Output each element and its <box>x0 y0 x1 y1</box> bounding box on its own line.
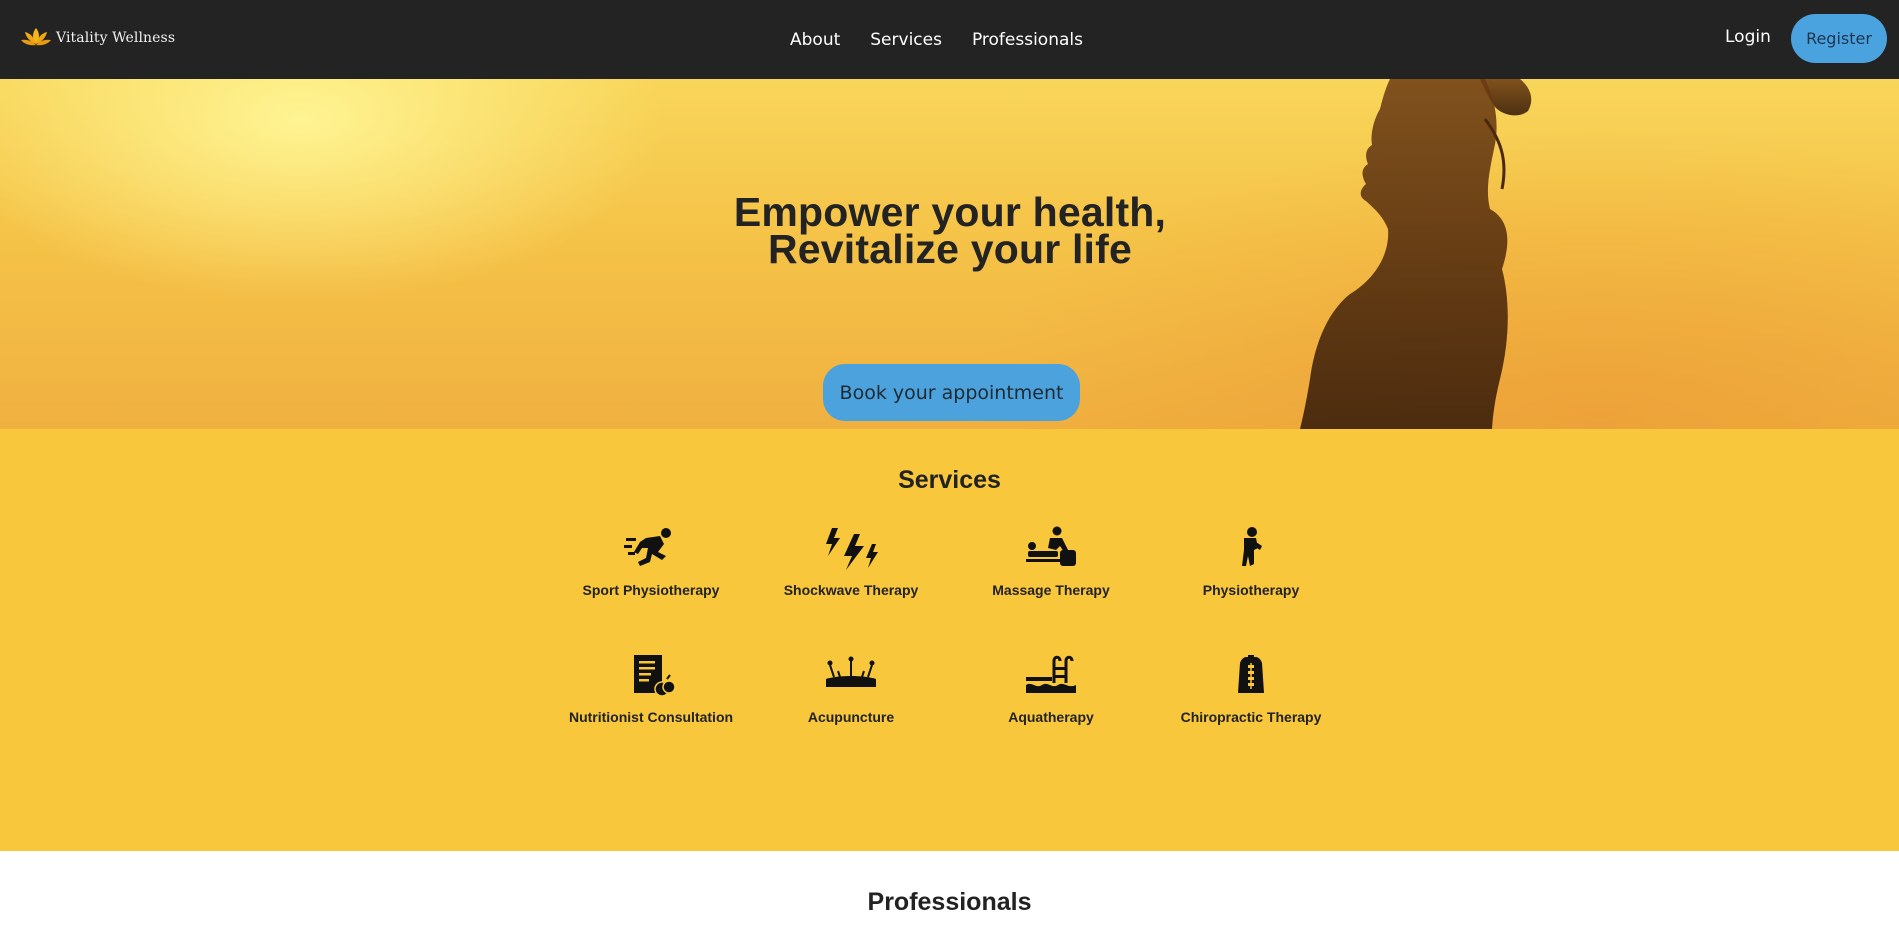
service-label: Shockwave Therapy <box>783 582 919 598</box>
service-label: Chiropractic Therapy <box>1180 709 1322 725</box>
service-label: Physiotherapy <box>1202 582 1300 598</box>
top-navbar: Vitality Wellness About Services Profess… <box>0 0 1899 79</box>
spine-icon <box>1238 655 1264 693</box>
service-label: Massage Therapy <box>992 582 1110 598</box>
service-label: Aquatherapy <box>1008 709 1094 725</box>
massage-icon <box>1026 526 1076 566</box>
pool-ladder-icon <box>1026 655 1076 693</box>
service-nutritionist-consultation[interactable]: Nutritionist Consultation <box>551 653 751 725</box>
nav-services-link[interactable]: Services <box>870 30 942 50</box>
service-acupuncture[interactable]: Acupuncture <box>751 653 951 725</box>
service-label: Sport Physiotherapy <box>582 582 720 598</box>
nav-professionals-link[interactable]: Professionals <box>972 30 1083 50</box>
service-sport-physiotherapy[interactable]: Sport Physiotherapy <box>551 526 751 598</box>
diet-plan-icon <box>634 655 676 697</box>
services-heading: Services <box>898 466 1001 494</box>
lightning-icon <box>826 528 878 570</box>
service-label: Acupuncture <box>807 709 895 725</box>
brand-name: Vitality Wellness <box>56 30 176 46</box>
login-link[interactable]: Login <box>1725 27 1771 47</box>
main-nav: About Services Professionals <box>790 0 1083 79</box>
register-button[interactable]: Register <box>1791 14 1887 63</box>
hero-heading: Empower your health, Revitalize your lif… <box>600 192 1300 272</box>
service-aquatherapy[interactable]: Aquatherapy <box>951 653 1151 725</box>
services-section: Services Sport Physiotherapy Shockwave T… <box>0 429 1899 851</box>
lotus-icon <box>21 28 51 46</box>
hero-section: Empower your health, Revitalize your lif… <box>0 79 1899 429</box>
brand-logo-link[interactable]: Vitality Wellness <box>20 25 175 51</box>
injured-person-icon <box>1242 527 1262 566</box>
service-physiotherapy[interactable]: Physiotherapy <box>1151 526 1351 598</box>
service-shockwave-therapy[interactable]: Shockwave Therapy <box>751 526 951 598</box>
professionals-heading: Professionals <box>867 888 1032 916</box>
woman-silhouette-image <box>1300 79 1532 429</box>
book-appointment-button[interactable]: Book your appointment <box>823 364 1080 421</box>
nav-about-link[interactable]: About <box>790 30 840 50</box>
hero-heading-line2: Revitalize your life <box>767 226 1132 272</box>
runner-icon <box>624 528 671 566</box>
acupuncture-needles-icon <box>826 656 876 687</box>
service-chiropractic-therapy[interactable]: Chiropractic Therapy <box>1151 653 1351 725</box>
service-label: Nutritionist Consultation <box>568 709 734 725</box>
service-massage-therapy[interactable]: Massage Therapy <box>951 526 1151 598</box>
